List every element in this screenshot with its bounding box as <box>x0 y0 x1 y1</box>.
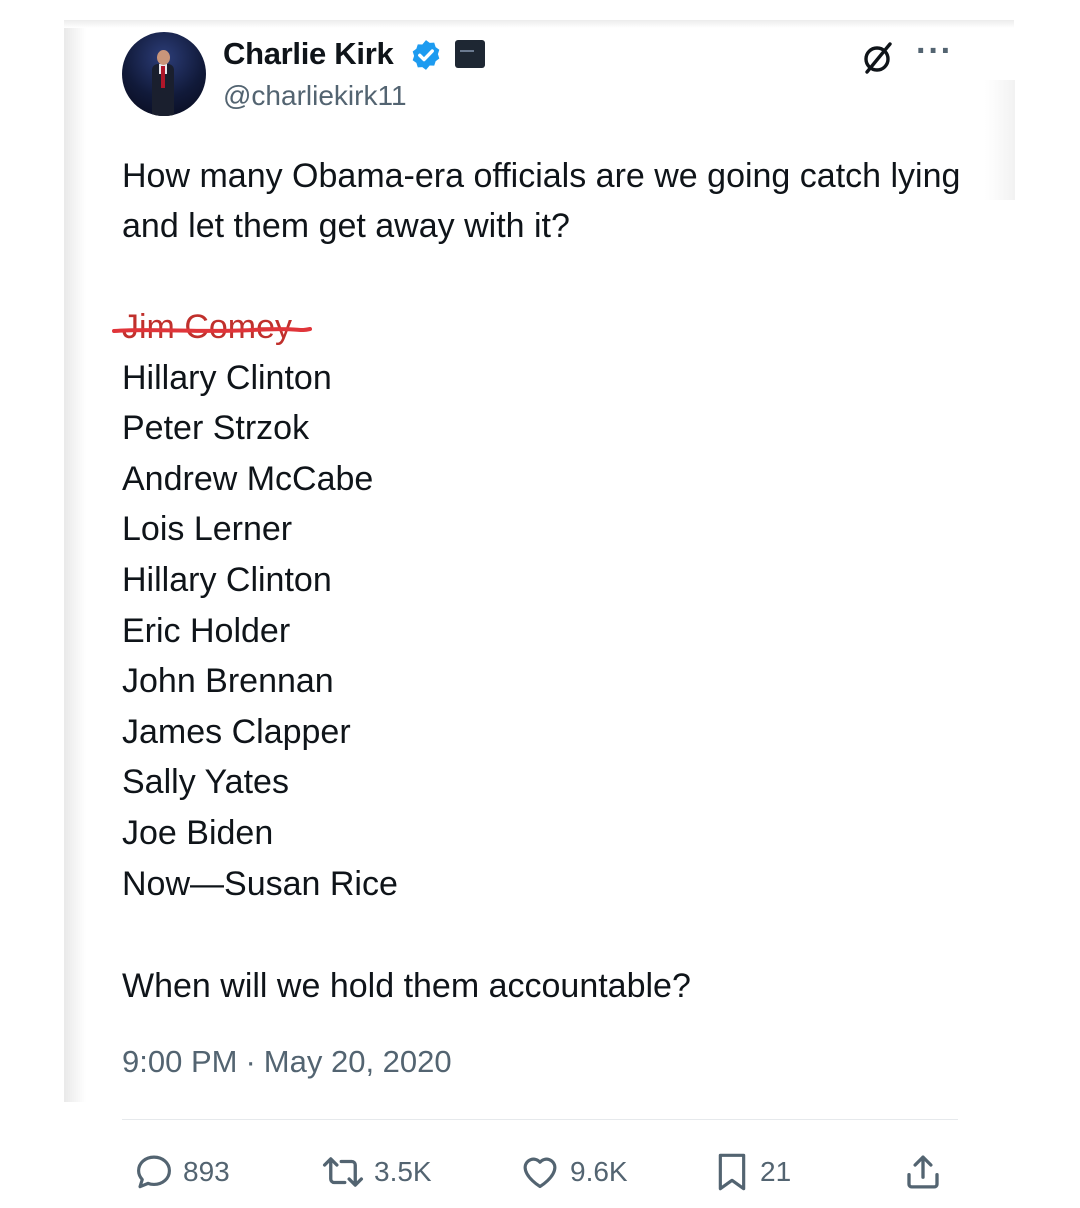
name-item: Andrew McCabe <box>122 459 374 498</box>
timestamp-time: 9:00 PM <box>122 1044 238 1079</box>
tweet-timestamp[interactable]: 9:00 PM · May 20, 2020 <box>122 1044 452 1080</box>
reply-icon <box>137 1155 171 1189</box>
retweet-count: 3.5K <box>374 1156 432 1187</box>
share-button[interactable] <box>902 1150 944 1194</box>
bookmark-button[interactable]: 21 <box>712 1150 791 1194</box>
reply-button[interactable]: 893 <box>133 1150 230 1194</box>
name-item: James Clapper <box>122 712 351 751</box>
card-edge-top <box>64 20 1014 28</box>
name-item: Hillary Clinton <box>122 358 332 397</box>
name-list: Jim Comey Hillary Clinton Peter Strzok Andr… <box>112 302 398 909</box>
name-item: Peter Strzok <box>122 409 310 448</box>
reply-count: 893 <box>183 1156 230 1187</box>
like-count: 9.6K <box>570 1156 628 1187</box>
timestamp-separator: · <box>245 1044 256 1079</box>
struck-name-item: Jim Comey <box>112 302 398 353</box>
like-button[interactable]: 9.6K <box>518 1150 628 1194</box>
name-item: Eric Holder <box>122 611 291 650</box>
name-item: Now—Susan Rice <box>122 864 398 903</box>
bookmark-count: 21 <box>760 1156 792 1187</box>
retweet-icon <box>322 1157 364 1187</box>
name-item: John Brennan <box>122 662 334 701</box>
avatar-figure <box>152 50 174 116</box>
name-item: Sally Yates <box>122 763 289 802</box>
affiliation-badge-icon[interactable] <box>455 40 485 68</box>
tweet-closing-text: When will we hold them accountable? <box>122 967 691 1005</box>
name-item: Hillary Clinton <box>122 560 332 599</box>
tweet-card: Charlie Kirk @charliekirk11 ··· How many… <box>0 0 1080 1208</box>
strikethrough-mark <box>112 327 312 333</box>
card-edge-right <box>985 80 1015 200</box>
tweet-intro-text: How many Obama-era officials are we goin… <box>122 157 961 245</box>
divider <box>122 1119 958 1120</box>
retweet-button[interactable]: 3.5K <box>320 1150 432 1194</box>
grok-icon[interactable] <box>860 40 896 76</box>
avatar[interactable] <box>122 32 206 116</box>
timestamp-date: May 20, 2020 <box>263 1044 452 1079</box>
card-edge-left <box>64 22 86 1102</box>
name-item: Joe Biden <box>122 813 274 852</box>
more-options-icon[interactable]: ··· <box>916 32 953 71</box>
verified-badge-icon <box>412 40 440 70</box>
bookmark-icon <box>718 1153 746 1191</box>
name-item: Lois Lerner <box>122 510 293 549</box>
author-handle[interactable]: @charliekirk11 <box>223 80 407 112</box>
share-icon <box>907 1155 939 1189</box>
author-name[interactable]: Charlie Kirk <box>223 36 394 72</box>
heart-icon <box>523 1157 557 1189</box>
